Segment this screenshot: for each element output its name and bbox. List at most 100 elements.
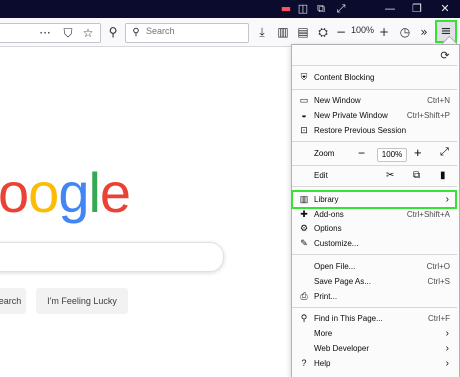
menu-item-customize[interactable]: ✎ Customize... [292, 236, 457, 251]
menu-item-save-page[interactable]: Save Page As... Ctrl+S [292, 274, 457, 289]
toolbar-extension-icon[interactable]: ◫ [296, 2, 310, 16]
private-mask-icon: ◒ [301, 110, 307, 120]
restore-button[interactable]: ❐ [410, 2, 424, 16]
menu-item-restore-session[interactable]: ⊡ Restore Previous Session [292, 123, 457, 138]
minimize-button[interactable]: — [383, 2, 397, 16]
help-icon: ? [301, 358, 307, 368]
close-button[interactable]: ✕ [438, 2, 452, 16]
menu-item-label: Find in This Page... [314, 314, 383, 323]
sidebar-icon[interactable]: ▤ [296, 24, 310, 40]
restore-session-icon: ⊡ [300, 125, 308, 135]
paste-icon[interactable]: ▮ [440, 168, 446, 183]
search-input[interactable]: ⚲ Search [125, 23, 249, 43]
menu-item-web-developer[interactable]: Web Developer › [292, 341, 457, 356]
pocket-icon[interactable]: ⛉ [61, 25, 75, 41]
google-search-input[interactable] [0, 242, 224, 272]
gear-icon: ⚙ [299, 223, 309, 233]
shield-icon: ⛨ [300, 72, 308, 82]
menu-edit-row: Edit ✂ ⧉ ▮ [292, 168, 457, 183]
chevron-right-icon: › [445, 328, 449, 339]
puzzle-icon: ✚ [300, 209, 308, 219]
logo-letter: g [58, 161, 89, 224]
logo-letter: o [0, 161, 29, 224]
search-icon[interactable]: ⚲ [106, 24, 120, 40]
menu-zoom-row: Zoom − 100% + ⤢ [292, 145, 457, 163]
history-icon[interactable]: ◷ [398, 24, 412, 40]
toolbar-extension-icon[interactable]: ⤢ [334, 2, 348, 16]
menu-item-print[interactable]: ⎙ Print... [292, 289, 457, 304]
menu-item-label: Print... [314, 292, 338, 301]
zoom-out-icon[interactable]: − [358, 146, 365, 160]
overflow-icon[interactable]: » [417, 24, 431, 40]
chevron-right-icon: › [445, 343, 449, 354]
zoom-reset-button[interactable]: 100% [377, 148, 407, 162]
printer-icon: ⎙ [300, 291, 308, 301]
menu-separator [292, 186, 457, 187]
url-bar[interactable]: ··· ⛉ ☆ [0, 23, 101, 43]
menu-item-more[interactable]: More › [292, 326, 457, 341]
menu-item-label: More [314, 329, 333, 338]
menu-separator [292, 307, 457, 308]
zoom-label: Zoom [314, 149, 335, 158]
menu-item-label: Add-ons [314, 210, 344, 219]
cut-icon[interactable]: ✂ [386, 168, 394, 183]
copy-icon[interactable]: ⧉ [413, 168, 420, 183]
download-icon[interactable]: ⤓ [255, 24, 269, 40]
edit-label: Edit [314, 171, 328, 180]
menu-item-label: Help [314, 359, 331, 368]
chevron-right-icon: › [445, 358, 449, 369]
menu-separator [292, 65, 457, 66]
search-icon: ⚲ [300, 313, 308, 323]
title-bar: ▬ ◫ ⧉ ⤢ — ❐ ✕ [0, 0, 460, 18]
logo-letter: l [88, 161, 100, 224]
shortcut-label: Ctrl+Shift+A [406, 210, 450, 219]
menu-item-open-file[interactable]: Open File... Ctrl+O [292, 259, 457, 274]
toolbar-extension-icon[interactable]: ⧉ [314, 2, 328, 16]
menu-item-label: Restore Previous Session [314, 126, 407, 135]
menu-item-new-private-window[interactable]: ◒ New Private Window Ctrl+Shift+P [292, 108, 457, 123]
menu-item-label: New Window [314, 96, 361, 105]
menu-item-find[interactable]: ⚲ Find in This Page... Ctrl+F [292, 311, 457, 326]
zoom-in-icon[interactable]: + [414, 145, 422, 160]
google-logo: oogle [0, 161, 131, 224]
menu-item-addons[interactable]: ✚ Add-ons Ctrl+Shift+A [292, 207, 457, 222]
library-icon[interactable]: ▥ [276, 24, 290, 40]
bookmark-star-icon[interactable]: ☆ [81, 25, 95, 41]
menu-item-label: Content Blocking [314, 73, 375, 82]
shortcut-label: Ctrl+N [427, 96, 450, 105]
menu-separator [292, 254, 457, 255]
menu-item-label: Options [314, 224, 342, 233]
shortcut-label: Ctrl+Shift+P [406, 111, 450, 120]
google-search-button[interactable]: earch [0, 288, 26, 314]
menu-item-label: Save Page As... [314, 277, 371, 286]
menu-separator [292, 141, 457, 142]
shortcut-label: Ctrl+O [426, 262, 450, 271]
paintbrush-icon: ✎ [300, 238, 308, 248]
zoom-out-icon[interactable]: − [335, 24, 347, 40]
menu-item-label: Open File... [314, 262, 356, 271]
navigation-toolbar: ··· ⛉ ☆ ⚲ ⚲ Search ⤓ ▥ ▤ ⛭ − + ◷ » [0, 18, 460, 47]
window-icon: ▭ [299, 95, 309, 105]
zoom-level-label[interactable]: 100% [351, 25, 374, 35]
menu-separator [292, 165, 457, 166]
profile-icon[interactable]: ⛭ [316, 24, 330, 40]
feeling-lucky-button[interactable]: I'm Feeling Lucky [36, 288, 128, 314]
menu-item-help[interactable]: ? Help › [292, 356, 457, 371]
zoom-in-icon[interactable]: + [378, 24, 390, 40]
shortcut-label: Ctrl+S [427, 277, 450, 286]
search-icon: ⚲ [132, 27, 140, 38]
fullscreen-icon[interactable]: ⤢ [440, 146, 449, 159]
menu-item-label: Customize... [314, 239, 359, 248]
search-placeholder: Search [146, 26, 175, 36]
sync-icon[interactable]: ⟳ [438, 48, 452, 64]
toolbar-extension-icon[interactable]: ▬ [279, 2, 293, 16]
logo-letter: o [28, 161, 59, 224]
shortcut-label: Ctrl+F [428, 314, 450, 323]
menu-item-new-window[interactable]: ▭ New Window Ctrl+N [292, 93, 457, 108]
menu-item-options[interactable]: ⚙ Options [292, 221, 457, 236]
menu-separator [292, 89, 457, 90]
more-dots-icon[interactable]: ··· [37, 25, 53, 41]
menu-item-content-blocking[interactable]: ⛨ Content Blocking [292, 70, 457, 85]
menu-item-label: New Private Window [314, 111, 388, 120]
logo-letter: e [99, 161, 131, 224]
